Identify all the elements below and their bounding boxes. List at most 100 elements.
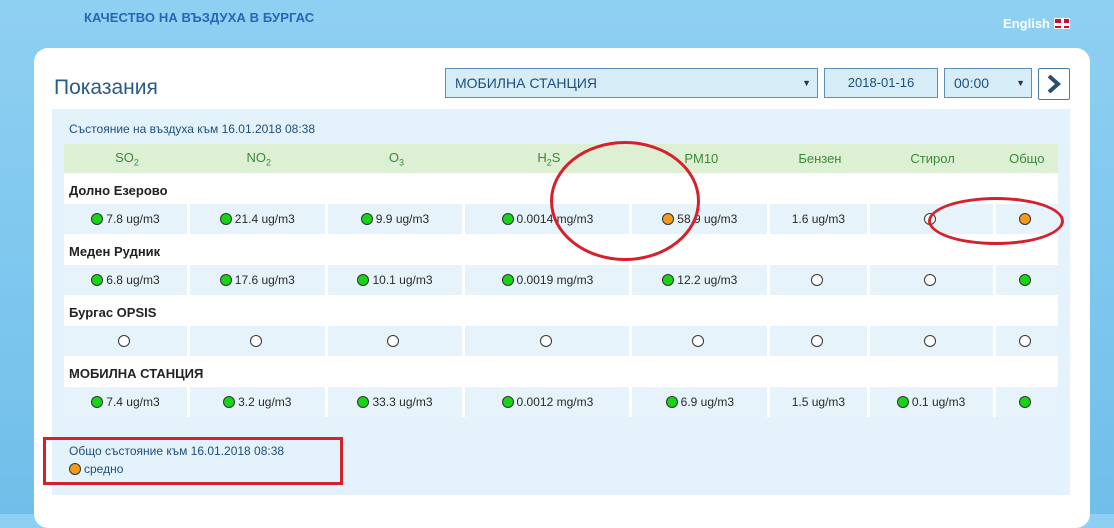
table-row: 7.8 ug/m3 21.4 ug/m3 9.9 ug/m3 0.0014 mg/m3…	[64, 204, 1058, 234]
reading-value: 0.0012 mg/m3	[516, 395, 594, 409]
next-button[interactable]	[1038, 68, 1070, 100]
status-dot-icon	[117, 335, 130, 347]
column-header-label: PM10	[684, 151, 719, 166]
readings-area: Състояние на въздуха към 16.01.2018 08:3…	[52, 109, 1070, 495]
reading-cell: 6.8 ug/m3	[64, 265, 190, 295]
reading-value: 21.4 ug/m3	[234, 212, 295, 226]
main-panel: Показания МОБИЛНА СТАНЦИЯ ▼ 2018-01-16 0…	[34, 48, 1090, 528]
reading-cell: 21.4 ug/m3	[189, 204, 328, 234]
status-dot-icon	[539, 335, 552, 347]
station-name: Меден Рудник	[64, 237, 1058, 265]
column-header-tail: S	[551, 149, 561, 165]
reading-cell: 1.5 ug/m3	[770, 387, 870, 417]
station-name: МОБИЛНА СТАНЦИЯ	[64, 359, 1058, 387]
time-select[interactable]: 00:00 ▼	[944, 68, 1032, 98]
column-header: O3	[327, 144, 466, 173]
status-dot-icon	[249, 335, 262, 347]
reading-value: 7.4 ug/m3	[106, 395, 160, 409]
reading-cell: 0.1 ug/m3	[869, 387, 996, 417]
reading-cell: 12.2 ug/m3	[632, 265, 771, 295]
reading-cell: 0.0014 mg/m3	[465, 204, 633, 234]
column-header: H2S	[465, 144, 633, 173]
status-dot-icon	[810, 335, 823, 347]
status-dot-icon	[501, 213, 514, 225]
language-switch[interactable]: English	[1003, 16, 1070, 31]
column-header: NO2	[189, 144, 328, 173]
column-header-label: Стирол	[910, 151, 955, 166]
language-label: English	[1003, 16, 1050, 31]
status-dot-icon	[1019, 274, 1032, 286]
status-dot-icon	[923, 213, 936, 225]
status-dot-icon	[501, 274, 514, 286]
reading-cell	[995, 326, 1058, 356]
reading-cell	[770, 326, 870, 356]
reading-value: 33.3 ug/m3	[372, 395, 433, 409]
column-header-label: O	[388, 149, 400, 165]
column-header: Бензен	[770, 144, 870, 173]
reading-value: 17.6 ug/m3	[234, 273, 295, 287]
reading-cell	[64, 326, 190, 356]
status-dot-icon	[91, 274, 104, 286]
station-name: Долно Езерово	[64, 176, 1058, 204]
column-header-label: NO	[246, 149, 267, 165]
reading-value: 6.9 ug/m3	[680, 395, 734, 409]
status-dot-icon	[91, 396, 104, 408]
status-dot-icon	[501, 396, 514, 408]
status-dot-icon	[1019, 213, 1032, 225]
reading-value: 0.0014 mg/m3	[516, 212, 594, 226]
station-select-value: МОБИЛНА СТАНЦИЯ	[455, 75, 598, 91]
reading-value: 12.2 ug/m3	[677, 273, 738, 287]
reading-cell	[327, 326, 466, 356]
reading-cell	[632, 326, 771, 356]
page-title: Показания	[54, 76, 158, 99]
column-header-label: Бензен	[798, 151, 842, 166]
status-dot-icon	[387, 335, 400, 347]
uk-flag-icon	[1054, 18, 1070, 29]
status-dot-icon	[662, 274, 675, 286]
status-dot-icon	[357, 274, 370, 286]
reading-cell	[465, 326, 633, 356]
reading-cell	[869, 204, 996, 234]
reading-value: 0.0019 mg/m3	[516, 273, 594, 287]
column-header-label: Общо	[1009, 151, 1045, 166]
reading-cell: 33.3 ug/m3	[327, 387, 466, 417]
overall-heading: Общо състояние към 16.01.2018 08:38	[69, 444, 285, 458]
station-row: Меден Рудник	[64, 237, 1058, 265]
status-dot-icon	[923, 274, 936, 286]
caret-down-icon: ▼	[802, 78, 811, 88]
status-dot-icon	[360, 213, 373, 225]
status-dot-icon	[923, 335, 936, 347]
station-select[interactable]: МОБИЛНА СТАНЦИЯ ▼	[445, 68, 818, 98]
date-input[interactable]: 2018-01-16	[824, 68, 938, 98]
column-header-label: H	[537, 149, 547, 165]
station-row: Долно Езерово	[64, 176, 1058, 204]
reading-cell: 7.8 ug/m3	[64, 204, 190, 234]
column-header: SO2	[64, 144, 190, 173]
reading-value: 6.8 ug/m3	[106, 273, 160, 287]
reading-cell: 7.4 ug/m3	[64, 387, 190, 417]
reading-value: 3.2 ug/m3	[238, 395, 292, 409]
column-header: Общо	[995, 144, 1058, 173]
status-dot-icon	[357, 396, 370, 408]
reading-cell: 6.9 ug/m3	[632, 387, 771, 417]
reading-cell: 0.0019 mg/m3	[465, 265, 633, 295]
reading-cell: 17.6 ug/m3	[189, 265, 328, 295]
reading-cell: 10.1 ug/m3	[327, 265, 466, 295]
caret-down-icon: ▼	[1016, 78, 1025, 88]
status-dot-icon	[665, 396, 678, 408]
column-header-subscript: 3	[399, 157, 405, 168]
status-heading: Състояние на въздуха към 16.01.2018 08:3…	[69, 122, 316, 136]
time-select-value: 00:00	[954, 75, 990, 91]
reading-cell	[995, 204, 1058, 234]
status-dot-icon	[219, 213, 232, 225]
reading-cell	[995, 265, 1058, 295]
status-dot-icon	[810, 274, 823, 286]
status-dot-icon	[896, 396, 909, 408]
column-header-label: SO	[115, 149, 134, 165]
reading-cell	[869, 265, 996, 295]
status-dot-icon	[1019, 335, 1032, 347]
status-dot-icon	[69, 463, 81, 475]
reading-cell	[770, 265, 870, 295]
reading-value: 1.5 ug/m3	[791, 395, 846, 409]
table-row	[64, 326, 1058, 356]
